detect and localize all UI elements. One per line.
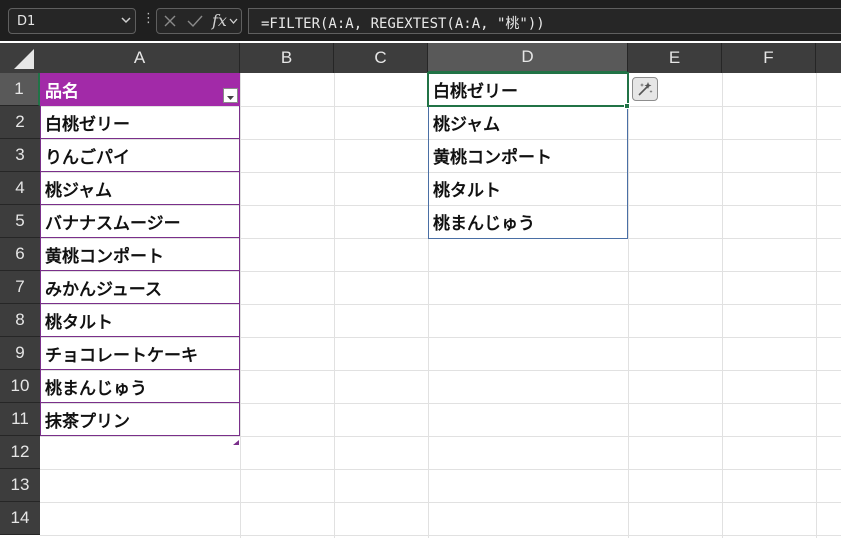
formula-input[interactable]: =FILTER(A:A, REGEXTEST(A:A, "桃")) [248, 8, 841, 34]
row-header-5[interactable]: 5 [0, 205, 40, 238]
result-cell[interactable]: 桃まんじゅう [428, 205, 628, 238]
table-cell[interactable]: 白桃ゼリー [40, 106, 240, 139]
column-header-d[interactable]: D [428, 43, 628, 73]
select-all-corner[interactable] [0, 43, 41, 73]
row-header-10[interactable]: 10 [0, 370, 40, 403]
row-header-2[interactable]: 2 [0, 106, 40, 139]
quick-analysis-button[interactable] [632, 77, 658, 101]
filter-dropdown-button[interactable] [223, 88, 238, 103]
column-header-f[interactable]: F [722, 43, 816, 73]
row-header-7[interactable]: 7 [0, 271, 40, 304]
cancel-icon[interactable] [163, 14, 177, 28]
row-header-8[interactable]: 8 [0, 304, 40, 337]
chevron-down-icon[interactable] [229, 18, 238, 24]
column-header-b[interactable]: B [240, 43, 334, 73]
more-options-icon[interactable]: ⋮ [142, 11, 155, 26]
table-cell[interactable]: 桃ジャム [40, 172, 240, 205]
magic-wand-icon [638, 82, 653, 96]
result-cell[interactable]: 黄桃コンポート [428, 139, 628, 172]
select-all-triangle-icon [14, 49, 34, 69]
table-cell[interactable]: 黄桃コンポート [40, 238, 240, 271]
table-cell[interactable]: 桃タルト [40, 304, 240, 337]
result-cell[interactable]: 白桃ゼリー [428, 73, 628, 106]
name-box-value: D1 [17, 14, 36, 29]
table-cell[interactable]: バナナスムージー [40, 205, 240, 238]
column-header-e[interactable]: E [628, 43, 722, 73]
dropdown-arrow-icon [227, 96, 234, 100]
table-cell[interactable]: みかんジュース [40, 271, 240, 304]
table-cell[interactable]: 桃まんじゅう [40, 370, 240, 403]
chevron-down-icon[interactable] [121, 17, 131, 24]
row-header-12[interactable]: 12 [0, 436, 40, 469]
table-cell[interactable]: チョコレートケーキ [40, 337, 240, 370]
table-cell[interactable]: 抹茶プリン [40, 403, 240, 436]
result-cell[interactable]: 桃ジャム [428, 106, 628, 139]
row-header-9[interactable]: 9 [0, 337, 40, 370]
gridline [40, 469, 841, 470]
column-header-a[interactable]: A [40, 43, 240, 73]
row-header-13[interactable]: 13 [0, 469, 40, 502]
table-header-cell[interactable]: 品名 [40, 73, 240, 106]
row-header-6[interactable]: 6 [0, 238, 40, 271]
name-box[interactable]: D1 [8, 8, 136, 34]
formula-buttons: fx [156, 8, 242, 34]
enter-check-icon[interactable] [187, 14, 203, 28]
result-cell[interactable]: 桃タルト [428, 172, 628, 205]
row-header-1[interactable]: 1 [0, 73, 40, 106]
column-header-next[interactable] [816, 43, 841, 73]
row-header-14[interactable]: 14 [0, 502, 40, 535]
formula-text: =FILTER(A:A, REGEXTEST(A:A, "桃")) [261, 16, 545, 32]
row-header-3[interactable]: 3 [0, 139, 40, 172]
table-header-label: 品名 [45, 82, 79, 102]
row-header-11[interactable]: 11 [0, 403, 40, 436]
insert-function-icon[interactable]: fx [212, 11, 227, 30]
row-header-4[interactable]: 4 [0, 172, 40, 205]
fill-handle[interactable] [624, 103, 630, 109]
table-cell[interactable]: りんごパイ [40, 139, 240, 172]
worksheet-grid[interactable]: A B C D E F 1 2 3 4 5 6 7 8 9 10 11 12 1… [0, 41, 841, 538]
gridline [40, 502, 841, 503]
formula-bar: D1 ⋮ fx =FILTER(A:A, REGEXTEST(A:A, "桃")… [0, 0, 841, 41]
table-resize-handle[interactable] [233, 430, 239, 445]
gridline [40, 436, 841, 437]
column-header-c[interactable]: C [334, 43, 428, 73]
gridline [40, 535, 841, 536]
